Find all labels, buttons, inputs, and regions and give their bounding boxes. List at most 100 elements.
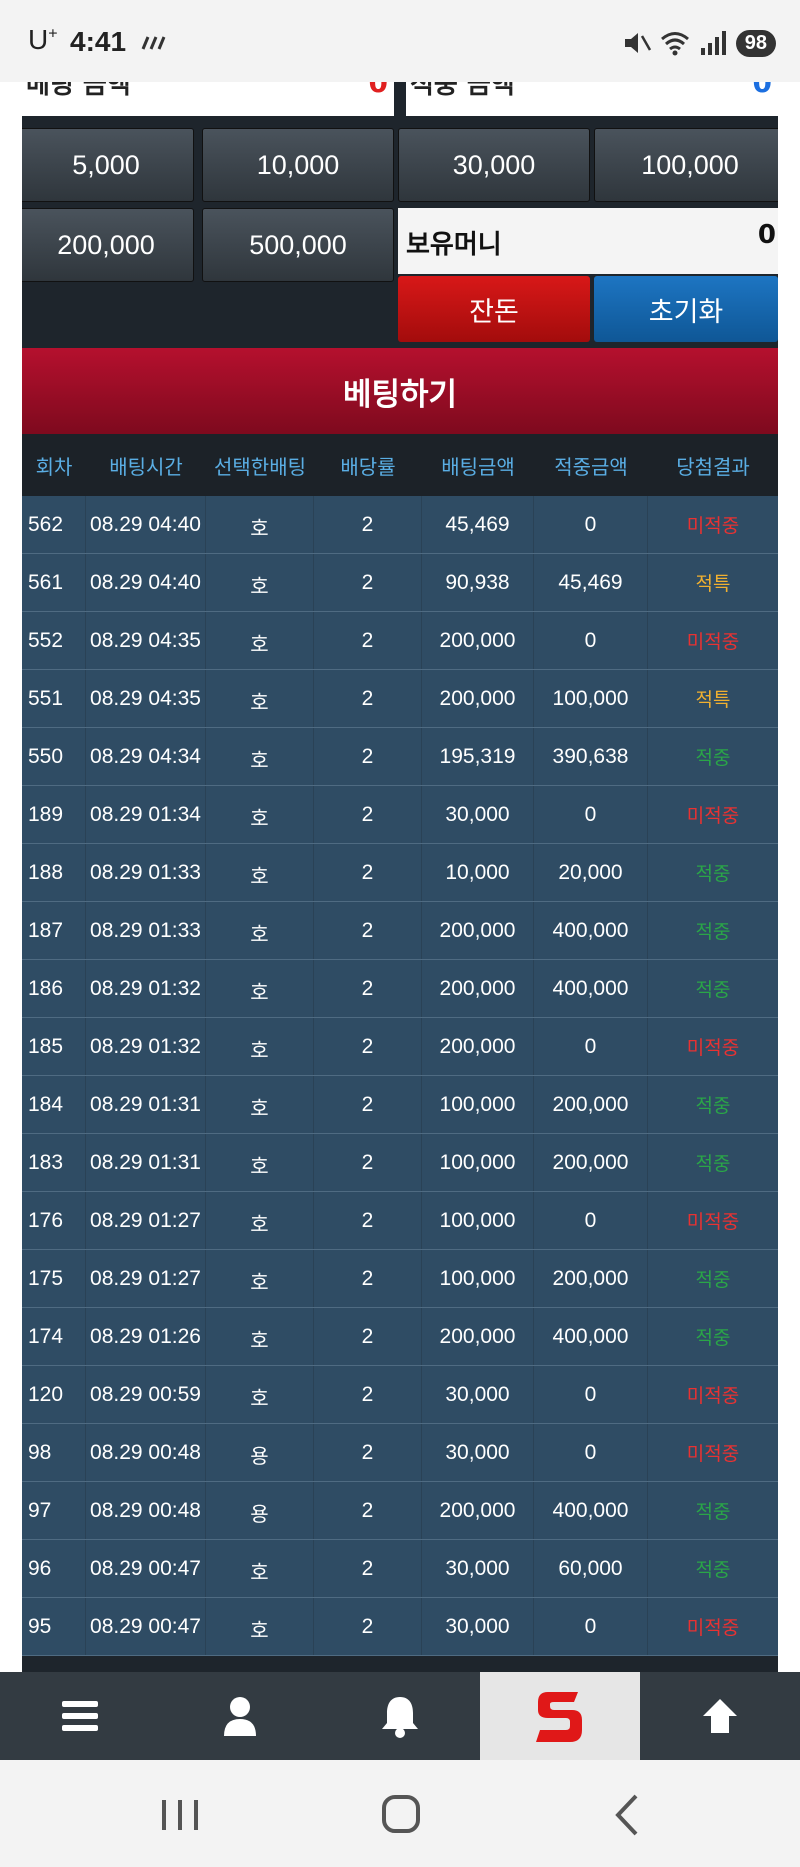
clock: 4:41 — [70, 26, 127, 57]
result-cell: 적중 — [695, 921, 731, 943]
user-icon — [224, 1697, 256, 1736]
round-cell: 186 — [22, 960, 86, 1017]
signal-icon — [700, 31, 726, 55]
amount-button-30000[interactable]: 30,000 — [398, 128, 590, 202]
selection-cell: 호 — [206, 728, 314, 785]
recent-apps-icon[interactable] — [150, 1788, 210, 1842]
amount-button-100000[interactable]: 100,000 — [594, 128, 778, 202]
selection-cell: 호 — [206, 786, 314, 843]
nav-menu[interactable] — [0, 1672, 160, 1760]
carrier: U+ — [28, 24, 58, 55]
amount-button-5000[interactable]: 5,000 — [22, 128, 194, 202]
nav-notifications[interactable] — [320, 1672, 480, 1760]
selection-cell: 호 — [206, 960, 314, 1017]
round-cell: 187 — [22, 902, 86, 959]
result-cell: 적특 — [695, 689, 731, 711]
table-row: 120 08.29 00:59 호 2 30,000 0 미적중 — [22, 1366, 778, 1424]
odds-cell: 2 — [314, 1250, 422, 1307]
table-row: 184 08.29 01:31 호 2 100,000 200,000 적중 — [22, 1076, 778, 1134]
nav-scroll-top[interactable] — [640, 1672, 800, 1760]
selection-cell: 호 — [206, 902, 314, 959]
odds-cell: 2 — [314, 1424, 422, 1481]
time-cell: 08.29 00:48 — [86, 1482, 206, 1539]
header-selection: 선택한배팅 — [214, 454, 306, 479]
bet-amount-cell: 100,000 — [422, 1076, 534, 1133]
time-cell: 08.29 01:31 — [86, 1134, 206, 1191]
nav-user[interactable] — [160, 1672, 320, 1760]
odds-cell: 2 — [314, 960, 422, 1017]
amount-button-10000[interactable]: 10,000 — [202, 128, 394, 202]
round-cell: 98 — [22, 1424, 86, 1481]
balance-value: 0 — [757, 220, 776, 250]
bet-amount-cell: 100,000 — [422, 1134, 534, 1191]
round-cell: 120 — [22, 1366, 86, 1423]
wifi-icon — [660, 32, 689, 56]
bet-amount-cell: 200,000 — [422, 1018, 534, 1075]
time-cell: 08.29 04:35 — [86, 612, 206, 669]
hit-amount-cell: 60,000 — [534, 1540, 648, 1597]
bet-amount-cell: 100,000 — [422, 1192, 534, 1249]
bet-amount-cell: 45,469 — [422, 496, 534, 553]
selection-cell: 호 — [206, 670, 314, 727]
time-cell: 08.29 01:32 — [86, 1018, 206, 1075]
bet-amount-cell: 195,319 — [422, 728, 534, 785]
amount-button-200000[interactable]: 200,000 — [22, 208, 194, 282]
home-icon[interactable] — [372, 1788, 432, 1842]
round-cell: 176 — [22, 1192, 86, 1249]
time-cell: 08.29 04:34 — [86, 728, 206, 785]
hit-amount-cell: 100,000 — [534, 670, 648, 727]
change-button[interactable]: 잔돈 — [398, 276, 590, 342]
amount-button-500000[interactable]: 500,000 — [202, 208, 394, 282]
bet-amount-cell: 200,000 — [422, 612, 534, 669]
hit-amount-cell: 400,000 — [534, 902, 648, 959]
battery-indicator: 98 — [735, 29, 776, 57]
selection-cell: 호 — [206, 1540, 314, 1597]
hit-amount-cell: 200,000 — [534, 1134, 648, 1191]
table-header: 회차 배팅시간 선택한배팅 배당률 배팅금액 적중금액 당첨결과 — [22, 434, 778, 496]
odds-cell: 2 — [314, 1076, 422, 1133]
betting-panel: 베팅 금액 0 적중 금액 0 5,000 10,000 30,000 100,… — [22, 82, 778, 1672]
hit-amount-cell: 200,000 — [534, 1076, 648, 1133]
odds-cell: 2 — [314, 670, 422, 727]
hit-amount-cell: 0 — [534, 1598, 648, 1655]
bet-amount-cell: 30,000 — [422, 786, 534, 843]
bet-amount-cell: 200,000 — [422, 1308, 534, 1365]
header-bet-time: 배팅시간 — [109, 454, 183, 479]
result-cell: 미적중 — [686, 1443, 740, 1465]
reset-button[interactable]: 초기화 — [594, 276, 778, 342]
system-nav-bar — [0, 1760, 800, 1867]
selection-cell: 호 — [206, 1308, 314, 1365]
arrow-up-icon — [703, 1699, 737, 1733]
round-cell: 175 — [22, 1250, 86, 1307]
odds-cell: 2 — [314, 844, 422, 901]
result-cell: 미적중 — [686, 1037, 740, 1059]
time-cell: 08.29 00:47 — [86, 1598, 206, 1655]
logo-icon — [536, 1692, 582, 1742]
bottom-nav — [0, 1672, 800, 1760]
place-bet-button[interactable]: 베팅하기 — [22, 348, 778, 434]
back-icon[interactable] — [598, 1788, 658, 1842]
bet-amount-cell: 200,000 — [422, 902, 534, 959]
round-cell: 552 — [22, 612, 86, 669]
hit-amount-cell: 20,000 — [534, 844, 648, 901]
result-cell: 적중 — [695, 1559, 731, 1581]
nav-home-logo[interactable] — [480, 1672, 640, 1760]
result-cell: 적중 — [695, 863, 731, 885]
round-cell: 183 — [22, 1134, 86, 1191]
table-row: 175 08.29 01:27 호 2 100,000 200,000 적중 — [22, 1250, 778, 1308]
time-cell: 08.29 01:27 — [86, 1250, 206, 1307]
table-row: 188 08.29 01:33 호 2 10,000 20,000 적중 — [22, 844, 778, 902]
bet-amount-cell: 200,000 — [422, 1482, 534, 1539]
round-cell: 184 — [22, 1076, 86, 1133]
round-cell: 189 — [22, 786, 86, 843]
table-row: 96 08.29 00:47 호 2 30,000 60,000 적중 — [22, 1540, 778, 1598]
table-row: 185 08.29 01:32 호 2 200,000 0 미적중 — [22, 1018, 778, 1076]
round-cell: 174 — [22, 1308, 86, 1365]
bet-amount-label: 베팅 금액 — [26, 82, 131, 100]
table-row: 98 08.29 00:48 용 2 30,000 0 미적중 — [22, 1424, 778, 1482]
bet-amount-cell: 200,000 — [422, 960, 534, 1017]
odds-cell: 2 — [314, 786, 422, 843]
bell-icon — [382, 1697, 418, 1738]
result-cell: 미적중 — [686, 515, 740, 537]
hit-amount-cell: 0 — [534, 612, 648, 669]
